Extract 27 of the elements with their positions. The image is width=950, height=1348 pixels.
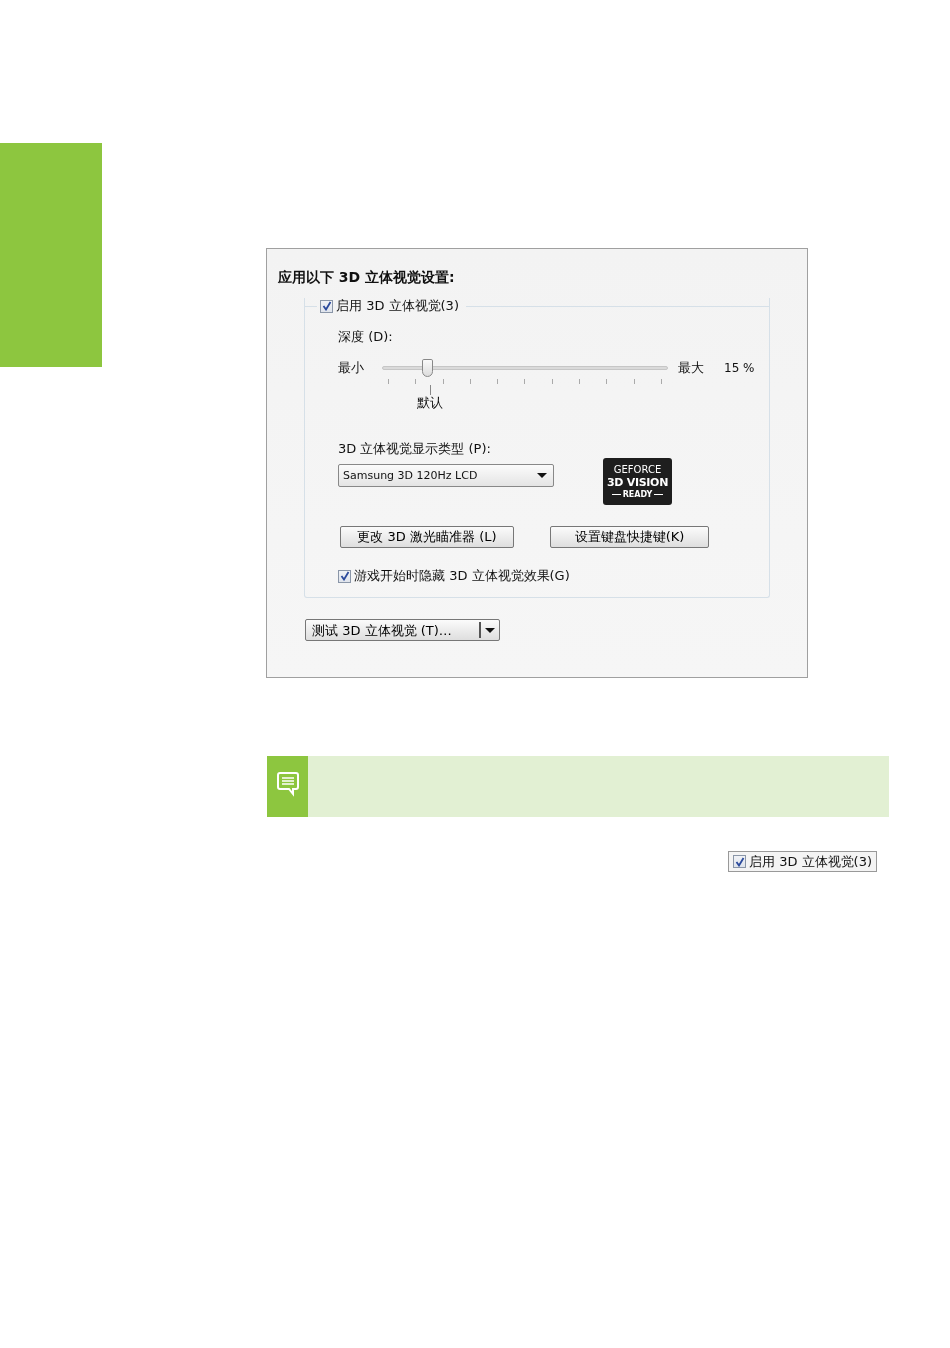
logo-text: GEFORCE [613,463,662,476]
caret-icon [537,473,547,478]
checkbox[interactable] [338,569,351,583]
checkbox[interactable] [320,299,333,313]
speech-bubble-icon [275,771,300,797]
slider-min-label: 最小 [338,360,365,376]
logo-text: 3D VISION [606,475,669,490]
slider-value: 15 % [724,360,755,376]
logo-rule [654,494,664,495]
slider-track[interactable] [382,359,668,377]
default-tick [429,385,431,395]
slider-thumb[interactable] [421,359,433,377]
checkbox-label: 启用 3D 立体视觉(3) [749,853,872,870]
checkbox-label[interactable]: 游戏开始时隐藏 3D 立体视觉效果(G) [354,568,570,584]
dialog-button[interactable]: 设置键盘快捷键(K) [550,526,709,548]
default-label: 默认 [417,395,443,411]
slider-max-label: 最大 [678,360,705,376]
checkbox[interactable] [733,855,747,868]
section-heading: 应用以下 3D 立体视觉设置: [278,268,456,286]
dialog-button[interactable]: 更改 3D 激光瞄准器 (L) [340,526,514,548]
logo-text: READY [622,489,653,500]
field-label: 深度 (D): [338,329,394,345]
logo-rule [611,494,621,495]
display-type-dropdown[interactable]: Samsung 3D 120Hz LCD [338,464,554,487]
checkbox-label[interactable]: 启用 3D 立体视觉(3) [336,298,459,314]
field-label: 3D 立体视觉显示类型 (P): [338,441,492,457]
caret-icon [485,627,495,633]
